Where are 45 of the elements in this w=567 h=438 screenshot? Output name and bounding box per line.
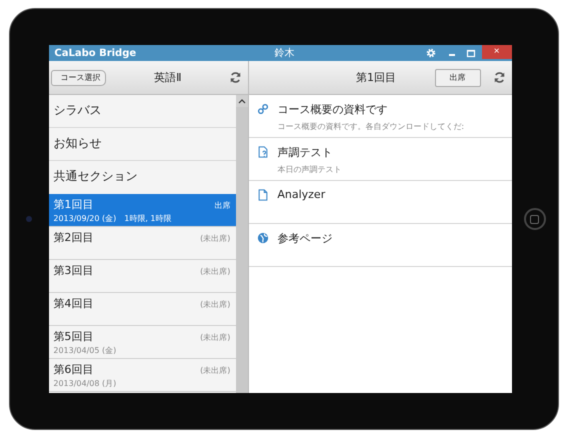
menu-item[interactable]: 共通セクション [49,161,236,194]
resource-item[interactable]: コース概要の資料です コース概要の資料です。各自ダウンロードしてくだ: [249,95,512,138]
attendance-status: (未出席) [200,365,230,376]
session-date: 2013/04/08 (月) [53,378,118,389]
session-item[interactable]: 第1回目 出席 2013/09/20 (金) 1時限, 1時限 [49,194,236,227]
session-date: 2013/09/20 (金) 1時限, 1時限 [53,213,173,224]
session-title: 第6回目 [53,362,94,377]
resource-item[interactable]: 参考ページ [249,224,512,267]
camera-icon [26,216,32,222]
document-icon [257,189,270,201]
scrollbar[interactable] [236,95,248,393]
resource-title: 声調テスト [277,145,334,160]
scroll-up-icon[interactable] [238,98,246,104]
attendance-status: (未出席) [200,266,230,277]
resource-description: コース概要の資料です。各自ダウンロードしてくだ: [277,121,464,132]
session-date: 2013/04/05 (金) [53,345,118,356]
resource-title: コース概要の資料です [277,102,388,117]
attendance-status: (未出席) [200,299,230,310]
close-button[interactable]: × [482,45,512,59]
settings-icon[interactable] [426,48,436,58]
session-title: 第3回目 [53,263,94,278]
refresh-icon[interactable] [229,71,242,84]
refresh-icon[interactable] [492,71,506,84]
session-heading: 第1回目 [355,70,398,85]
session-title: 第2回目 [53,230,94,245]
session-title: 第5回目 [53,329,94,344]
resource-item[interactable]: 声調テスト 本日の声調テスト [249,138,512,181]
window-title: CaLabo Bridge [53,48,138,58]
attend-button[interactable]: 出席 [434,68,481,86]
attendance-status: (未出席) [200,233,230,244]
resource-item[interactable]: Analyzer [249,181,512,224]
document-question-icon [257,146,270,158]
resource-title: Analyzer [277,188,326,201]
resource-description: 本日の声調テスト [277,164,342,175]
resource-title: 参考ページ [277,231,332,246]
attendance-status: (未出席) [200,332,230,343]
link-icon [257,103,270,115]
back-button[interactable]: コース選択 [51,70,106,86]
home-button[interactable] [524,208,546,230]
attendance-status: 出席 [214,200,230,211]
session-title: 第1回目 [53,197,94,212]
course-title: 英語Ⅱ [153,70,183,85]
globe-icon [257,232,270,244]
user-name: 鈴木 [273,46,296,60]
session-title: 第4回目 [53,296,94,311]
